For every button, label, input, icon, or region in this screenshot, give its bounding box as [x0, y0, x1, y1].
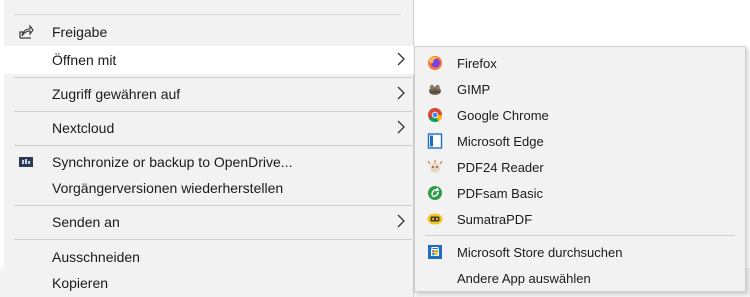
- sumatrapdf-icon: [427, 213, 443, 225]
- menu-separator: [14, 77, 412, 78]
- submenu-item-pdfsam-basic[interactable]: PDFsam Basic: [415, 180, 745, 206]
- open-with-submenu: Firefox GIMP Google Chrome Microsoft Edg…: [414, 46, 746, 292]
- submenu-item-label: Microsoft Store durchsuchen: [457, 245, 623, 260]
- menu-item-label: Ausschneiden: [52, 249, 140, 265]
- submenu-item-label: PDF24 Reader: [457, 160, 544, 175]
- menu-item-senden-an[interactable]: Senden an: [4, 208, 414, 236]
- edge-icon: [427, 133, 443, 149]
- menu-item-label: Vorgängerversionen wiederherstellen: [52, 180, 284, 196]
- menu-item-label: Senden an: [52, 214, 120, 230]
- pdfsam-icon: [428, 186, 442, 200]
- submenu-item-firefox[interactable]: Firefox: [415, 50, 745, 76]
- menu-separator: [14, 145, 412, 146]
- submenu-item-label: Microsoft Edge: [457, 134, 544, 149]
- menu-item-label: Kopieren: [52, 275, 109, 291]
- menu-separator: [14, 205, 412, 206]
- chevron-right-icon: [397, 214, 405, 228]
- opendrive-icon: [19, 157, 33, 167]
- menu-item-label: Zugriff gewähren auf: [52, 86, 181, 102]
- submenu-item-microsoft-store[interactable]: Microsoft Store durchsuchen: [415, 239, 745, 265]
- submenu-item-label: PDFsam Basic: [457, 186, 543, 201]
- context-menu: Freigabe Öffnen mit Zugriff gewähren auf…: [4, 0, 414, 297]
- menu-item-ausschneiden[interactable]: Ausschneiden: [4, 243, 414, 271]
- menu-item-label: Öffnen mit: [52, 52, 117, 68]
- menu-item-kopieren[interactable]: Kopieren: [4, 269, 414, 297]
- firefox-icon: [428, 56, 442, 70]
- menu-item-label: Nextcloud: [52, 120, 115, 136]
- chrome-icon: [428, 108, 443, 123]
- menu-item-freigabe[interactable]: Freigabe: [4, 18, 414, 46]
- menu-separator: [14, 239, 412, 240]
- menu-item-nextcloud[interactable]: Nextcloud: [4, 114, 414, 142]
- submenu-item-label: GIMP: [457, 82, 491, 97]
- chevron-right-icon: [397, 86, 405, 100]
- submenu-item-andere-app[interactable]: Andere App auswählen: [415, 265, 745, 291]
- menu-item-oeffnen-mit[interactable]: Öffnen mit: [4, 46, 414, 74]
- submenu-separator: [425, 235, 735, 236]
- submenu-item-sumatrapdf[interactable]: SumatraPDF: [415, 206, 745, 232]
- share-icon: [19, 24, 34, 39]
- pdf24-icon: [427, 160, 443, 173]
- submenu-item-label: Firefox: [457, 56, 497, 71]
- submenu-item-microsoft-edge[interactable]: Microsoft Edge: [415, 128, 745, 154]
- chevron-right-icon: [397, 52, 405, 66]
- submenu-item-gimp[interactable]: GIMP: [415, 76, 745, 102]
- chevron-right-icon: [397, 120, 405, 134]
- menu-item-vorgaengerversionen[interactable]: Vorgängerversionen wiederherstellen: [4, 174, 414, 202]
- submenu-item-label: Google Chrome: [457, 108, 549, 123]
- menu-separator: [14, 111, 412, 112]
- menu-item-label: Synchronize or backup to OpenDrive...: [52, 154, 293, 170]
- submenu-item-pdf24-reader[interactable]: PDF24 Reader: [415, 154, 745, 180]
- submenu-item-label: Andere App auswählen: [457, 271, 591, 286]
- submenu-item-google-chrome[interactable]: Google Chrome: [415, 102, 745, 128]
- gimp-icon: [429, 84, 441, 95]
- microsoft-store-icon: [428, 245, 442, 259]
- menu-item-zugriff-gewaehren[interactable]: Zugriff gewähren auf: [4, 80, 414, 108]
- menu-item-opendrive-sync[interactable]: Synchronize or backup to OpenDrive...: [4, 148, 414, 176]
- submenu-item-label: SumatraPDF: [457, 212, 533, 227]
- menu-top-divider: [14, 14, 401, 15]
- menu-item-label: Freigabe: [52, 24, 108, 40]
